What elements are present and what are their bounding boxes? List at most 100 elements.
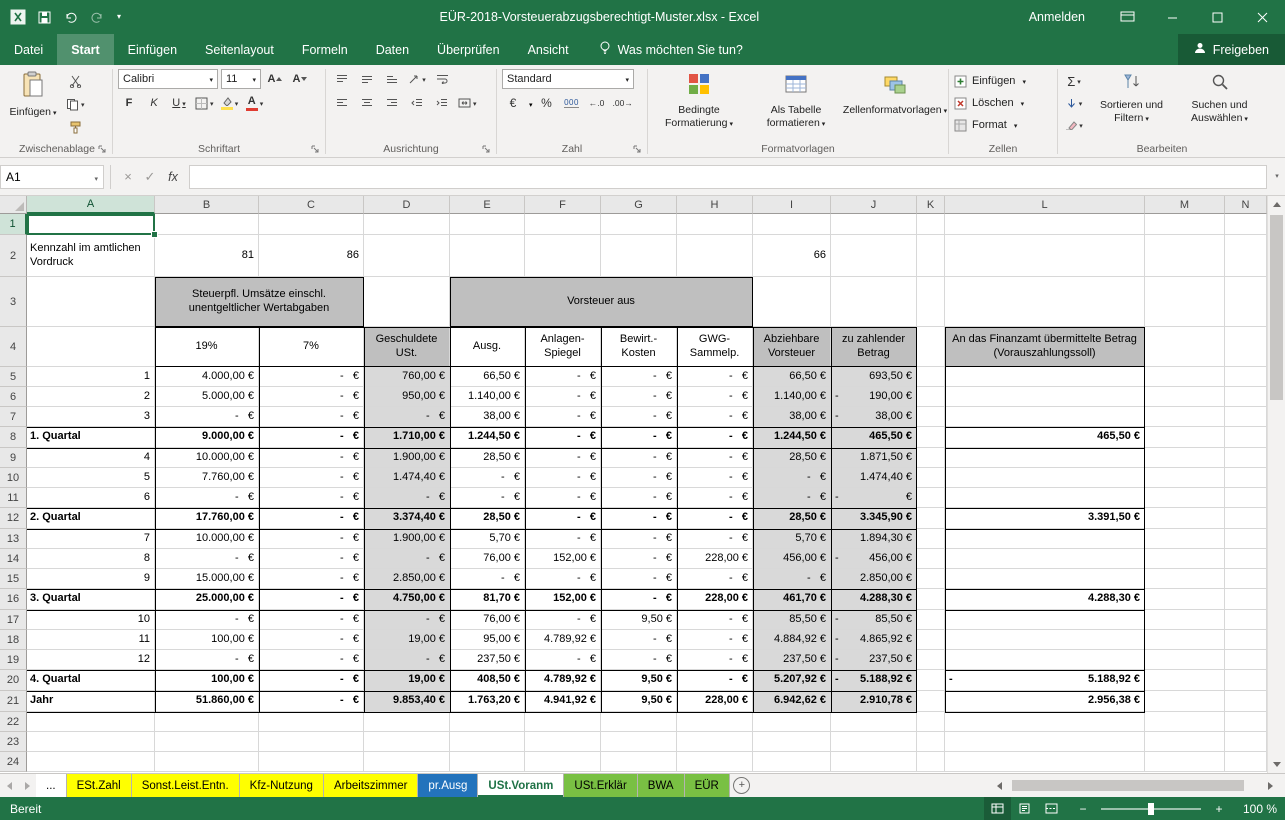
column-header-C[interactable]: C [259, 196, 364, 214]
cell-F11[interactable]: - € [525, 488, 601, 508]
orientation-button[interactable] [406, 69, 428, 89]
redo-icon[interactable] [90, 11, 105, 23]
cell-B17[interactable]: - € [155, 610, 259, 630]
ribbon-tab-formeln[interactable]: Formeln [288, 34, 362, 65]
cell-D12[interactable]: 3.374,40 € [364, 508, 450, 529]
cell-B8[interactable]: 9.000,00 € [155, 427, 259, 448]
cell-F13[interactable]: - € [525, 529, 601, 549]
cell-N6[interactable] [1225, 387, 1267, 407]
cell-C5[interactable]: - € [259, 367, 364, 387]
cell-G24[interactable] [601, 752, 677, 772]
zoom-in-button[interactable] [1211, 802, 1227, 816]
cell-I19[interactable]: 237,50 € [753, 650, 831, 670]
cell-styles-button[interactable]: Zellenformatvorlagen [847, 69, 943, 141]
cell-F17[interactable]: - € [525, 610, 601, 630]
row-header-21[interactable]: 21 [0, 691, 27, 712]
cell-K14[interactable] [917, 549, 945, 569]
cell-M23[interactable] [1145, 732, 1225, 752]
cell-D2[interactable] [364, 235, 450, 277]
cell-H19[interactable]: - € [677, 650, 753, 670]
cell-D24[interactable] [364, 752, 450, 772]
cell-M9[interactable] [1145, 448, 1225, 468]
cell-K2[interactable] [917, 235, 945, 277]
page-break-view-button[interactable] [1038, 797, 1065, 820]
cell-K15[interactable] [917, 569, 945, 589]
save-icon[interactable] [38, 11, 51, 24]
cell-E22[interactable] [450, 712, 525, 732]
cell-G17[interactable]: 9,50 € [601, 610, 677, 630]
scroll-up-arrow[interactable] [1268, 196, 1285, 213]
cell-E3[interactable]: Vorsteuer aus [450, 277, 753, 327]
cell-G21[interactable]: 9,50 € [601, 691, 677, 712]
cell-A19[interactable]: 12 [27, 650, 155, 670]
cell-A9[interactable]: 4 [27, 448, 155, 468]
cell-G18[interactable]: - € [601, 630, 677, 650]
cell-F18[interactable]: 4.789,92 € [525, 630, 601, 650]
find-select-button[interactable]: Suchen und Auswählen [1178, 69, 1261, 141]
normal-view-button[interactable] [984, 797, 1011, 820]
cell-I11[interactable]: - € [753, 488, 831, 508]
cell-I7[interactable]: 38,00 € [753, 407, 831, 427]
cell-N21[interactable] [1225, 691, 1267, 712]
column-header-D[interactable]: D [364, 196, 450, 214]
comma-style-button[interactable] [561, 93, 583, 113]
cell-M11[interactable] [1145, 488, 1225, 508]
cell-N23[interactable] [1225, 732, 1267, 752]
cell-F6[interactable]: - € [525, 387, 601, 407]
cell-C10[interactable]: - € [259, 468, 364, 488]
cell-B18[interactable]: 100,00 € [155, 630, 259, 650]
cell-B2[interactable]: 81 [155, 235, 259, 277]
cell-L22[interactable] [945, 712, 1145, 732]
cell-J10[interactable]: 1.474,40 € [831, 468, 917, 488]
increase-indent-icon[interactable] [431, 93, 453, 113]
cell-K1[interactable] [917, 214, 945, 235]
cell-L18[interactable] [945, 630, 1145, 650]
row-header-15[interactable]: 15 [0, 569, 27, 589]
expand-formula-bar-button[interactable] [1267, 165, 1285, 189]
cell-E19[interactable]: 237,50 € [450, 650, 525, 670]
cell-J2[interactable] [831, 235, 917, 277]
merge-center-button[interactable] [456, 93, 479, 113]
cell-G7[interactable]: - € [601, 407, 677, 427]
row-header-22[interactable]: 22 [0, 712, 27, 732]
cell-E11[interactable]: - € [450, 488, 525, 508]
accounting-format-button[interactable] [502, 93, 524, 113]
cell-H14[interactable]: 228,00 € [677, 549, 753, 569]
align-top-icon[interactable] [331, 69, 353, 89]
cell-C2[interactable]: 86 [259, 235, 364, 277]
cell-G5[interactable]: - € [601, 367, 677, 387]
cell-K3[interactable] [917, 277, 945, 327]
cell-L24[interactable] [945, 752, 1145, 772]
cell-M8[interactable] [1145, 427, 1225, 448]
cell-M16[interactable] [1145, 589, 1225, 610]
cell-I17[interactable]: 85,50 € [753, 610, 831, 630]
number-format-select[interactable]: Standard [502, 69, 634, 89]
cell-L3[interactable] [945, 277, 1145, 327]
horizontal-scrollbar-thumb[interactable] [1012, 780, 1244, 791]
cell-I2[interactable]: 66 [753, 235, 831, 277]
conditional-formatting-button[interactable]: Bedingte Formatierung [653, 69, 745, 141]
cell-G13[interactable]: - € [601, 529, 677, 549]
cell-C11[interactable]: - € [259, 488, 364, 508]
cell-B1[interactable] [155, 214, 259, 235]
cell-J18[interactable]: -4.865,92 € [831, 630, 917, 650]
cell-M19[interactable] [1145, 650, 1225, 670]
align-right-icon[interactable] [381, 93, 403, 113]
fill-color-button[interactable] [219, 93, 241, 113]
cell-D17[interactable]: - € [364, 610, 450, 630]
cell-L20[interactable]: -5.188,92 € [945, 670, 1145, 691]
cell-H20[interactable]: - € [677, 670, 753, 691]
cell-D19[interactable]: - € [364, 650, 450, 670]
cell-J19[interactable]: -237,50 € [831, 650, 917, 670]
row-header-17[interactable]: 17 [0, 610, 27, 630]
cell-A7[interactable]: 3 [27, 407, 155, 427]
cell-B10[interactable]: 7.760,00 € [155, 468, 259, 488]
cell-I18[interactable]: 4.884,92 € [753, 630, 831, 650]
column-header-B[interactable]: B [155, 196, 259, 214]
cancel-formula-button[interactable] [117, 165, 139, 189]
cell-N22[interactable] [1225, 712, 1267, 732]
cell-E17[interactable]: 76,00 € [450, 610, 525, 630]
delete-cells-button[interactable]: Löschen [954, 93, 1052, 113]
cell-C24[interactable] [259, 752, 364, 772]
ribbon-tab-start[interactable]: Start [57, 34, 113, 65]
